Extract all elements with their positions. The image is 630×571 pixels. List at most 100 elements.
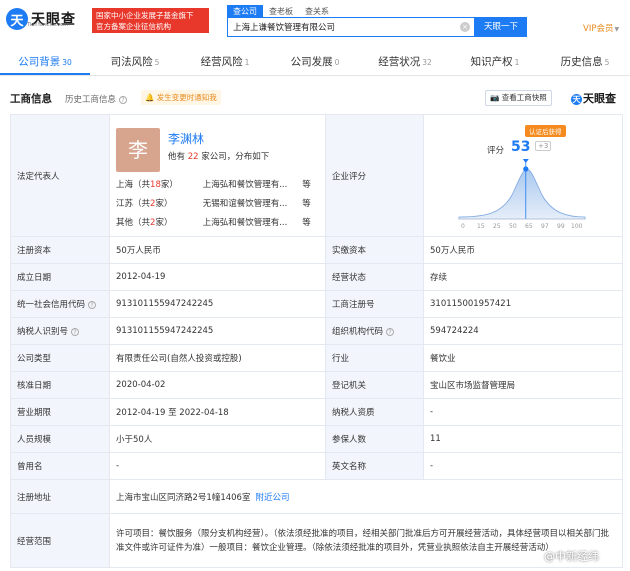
company-link[interactable]: 上海弘和餐饮管理有... bbox=[203, 214, 303, 233]
search-input[interactable] bbox=[228, 18, 458, 36]
gov-badge: 国家中小企业发展子基金旗下 官方备案企业征信机构 bbox=[92, 8, 209, 33]
tab-label: 经营状况 bbox=[378, 56, 421, 68]
cell-label: 纳税人资质 bbox=[325, 398, 424, 426]
region: 江苏（共2家） bbox=[116, 198, 173, 209]
summary-count[interactable]: 22 bbox=[188, 152, 199, 162]
region-count[interactable]: 18 bbox=[150, 180, 161, 190]
logo-icon: 天 bbox=[6, 8, 28, 30]
tab-count: 30 bbox=[62, 58, 72, 67]
region-name: 江苏 bbox=[116, 198, 134, 209]
notify-button[interactable]: 🔔 发生变更时通知我 bbox=[141, 90, 221, 105]
region-name: 其他 bbox=[116, 217, 134, 228]
clear-icon[interactable]: × bbox=[460, 22, 470, 32]
table-row: 纳税人识别号? 913101155947242245 组织机构代码? 59472422… bbox=[10, 317, 623, 345]
list-item: 其他（共2家） 上海弘和餐饮管理有... 等 bbox=[116, 214, 316, 233]
cell-label: 注册地址 bbox=[10, 479, 110, 514]
tab-intellectual-property[interactable]: 知识产权 1 bbox=[450, 48, 540, 75]
cell-value: - bbox=[423, 398, 623, 426]
snapshot-button[interactable]: 📷 查看工商快照 bbox=[485, 90, 552, 106]
more-link[interactable]: 等 bbox=[302, 176, 316, 195]
top-bar: 天 天眼查 TianYanCha.com 国家中小企业发展子基金旗下 官方备案企… bbox=[0, 0, 630, 42]
table-row: 人员规模 小于50人 参保人数 11 bbox=[10, 425, 623, 453]
tab-company-development[interactable]: 公司发展 0 bbox=[270, 48, 360, 75]
score-delta: +3 bbox=[535, 140, 552, 151]
more-link[interactable]: 等 bbox=[302, 214, 316, 233]
address-value: 上海市宝山区同济路2号1幢1406室 bbox=[116, 492, 251, 503]
company-link[interactable]: 上海弘和餐饮管理有... bbox=[203, 176, 303, 195]
tab-count: 5 bbox=[154, 58, 160, 67]
cell-value: 913101155947242245 bbox=[109, 290, 326, 318]
axis-tick: 100 bbox=[571, 223, 583, 230]
cell-label: 工商注册号 bbox=[325, 290, 424, 318]
table-row: 营业期限 2012-04-19 至 2022-04-18 纳税人资质 - bbox=[10, 398, 623, 426]
table-row: 成立日期 2012-04-19 经营状态 存续 bbox=[10, 263, 623, 291]
region-name: 上海 bbox=[116, 179, 134, 190]
axis-tick: 99 bbox=[557, 223, 565, 230]
more-link[interactable]: 等 bbox=[302, 195, 316, 214]
table-row: 曾用名 - 英文名称 - bbox=[10, 452, 623, 480]
table-row: 注册地址 上海市宝山区同济路2号1幢1406室 附近公司 bbox=[10, 479, 623, 514]
company-link[interactable]: 无锡和谊餐饮管理有... bbox=[203, 195, 303, 214]
legal-rep-distribution: 上海（共18家） 上海弘和餐饮管理有... 等 江苏（共2家） 无锡和谊餐饮管理有..… bbox=[116, 176, 316, 233]
cell-value: - bbox=[109, 452, 326, 480]
section-title: 工商信息 bbox=[10, 93, 52, 105]
cert-badge[interactable]: 认证后获得 bbox=[525, 124, 566, 137]
gov-badge-line-1: 国家中小企业发展子基金旗下 bbox=[96, 11, 194, 20]
nearby-companies-link[interactable]: 附近公司 bbox=[255, 493, 289, 503]
vip-label: VIP会员 bbox=[583, 24, 614, 34]
cell-label: 核准日期 bbox=[10, 371, 110, 399]
cell-label: 人员规模 bbox=[10, 425, 110, 453]
bell-icon: 🔔 bbox=[145, 93, 155, 102]
cell-value: 小于50人 bbox=[109, 425, 326, 453]
tab-label: 经营风险 bbox=[200, 56, 243, 68]
score-value: 53 bbox=[511, 138, 531, 155]
cell-value: 有限责任公司(自然人投资或控股) bbox=[109, 344, 326, 372]
axis-tick: 15 bbox=[477, 223, 485, 230]
gov-badge-line-2: 官方备案企业征信机构 bbox=[96, 22, 171, 31]
cell-label: 成立日期 bbox=[10, 263, 110, 291]
brand-logo: 天天眼查 bbox=[571, 90, 616, 106]
tab-operation-status[interactable]: 经营状况 32 bbox=[360, 48, 450, 75]
cell-value: 50万人民币 bbox=[109, 236, 326, 264]
legal-rep-name[interactable]: 李渊林 bbox=[168, 130, 204, 147]
avatar[interactable]: 李 bbox=[116, 127, 160, 172]
cell-value: 餐饮业 bbox=[423, 344, 623, 372]
business-info-table: 法定代表人 李 李渊林 他有 22 家公司，分布如下 上海（共18家） 上海弘和餐… bbox=[10, 114, 623, 568]
help-icon[interactable]: ? bbox=[386, 328, 395, 336]
axis-tick: 65 bbox=[525, 223, 533, 230]
cell-label: 实缴资本 bbox=[325, 236, 424, 264]
table-row: 法定代表人 李 李渊林 他有 22 家公司，分布如下 上海（共18家） 上海弘和餐… bbox=[10, 114, 623, 237]
notify-label: 发生变更时通知我 bbox=[156, 93, 217, 102]
vip-menu[interactable]: VIP会员▼ bbox=[583, 22, 619, 34]
tab-business-risk[interactable]: 经营风险 1 bbox=[180, 48, 270, 75]
cell-value: 宝山区市场监督管理局 bbox=[423, 371, 623, 399]
brand-icon: 天 bbox=[571, 94, 582, 105]
nav-tabs: 公司背景 30 司法风险 5 经营风险 1 公司发展 0 经营状况 32 知识产权 1 历史… bbox=[0, 48, 630, 76]
tab-label: 公司背景 bbox=[18, 56, 61, 68]
help-icon[interactable]: ? bbox=[71, 328, 80, 336]
help-icon[interactable]: ? bbox=[119, 96, 128, 104]
region-count[interactable]: 2 bbox=[150, 199, 155, 209]
help-icon[interactable]: ? bbox=[88, 301, 97, 309]
cell-value: 50万人民币 bbox=[423, 236, 623, 264]
tab-count: 0 bbox=[334, 58, 340, 67]
brand-text: 天眼查 bbox=[583, 92, 616, 105]
axis-tick: 97 bbox=[541, 223, 549, 230]
search-button[interactable]: 天眼一下 bbox=[475, 17, 527, 37]
tab-legal-risk[interactable]: 司法风险 5 bbox=[90, 48, 180, 75]
region: 上海（共18家） bbox=[116, 179, 178, 190]
score-marker-pin bbox=[522, 158, 529, 163]
tab-history[interactable]: 历史信息 5 bbox=[540, 48, 630, 75]
cell-value: 11 bbox=[423, 425, 623, 453]
tab-company-background[interactable]: 公司背景 30 bbox=[0, 48, 90, 75]
summary-suffix: 家公司，分布如下 bbox=[201, 151, 270, 162]
cell-label-text: 纳税人识别号 bbox=[17, 327, 69, 337]
list-item: 上海（共18家） 上海弘和餐饮管理有... 等 bbox=[116, 176, 316, 195]
history-link-label: 历史工商信息 bbox=[65, 95, 117, 105]
region-count[interactable]: 2 bbox=[150, 218, 155, 228]
table-row: 核准日期 2020-04-02 登记机关 宝山区市场监督管理局 bbox=[10, 371, 623, 399]
history-link[interactable]: 历史工商信息? bbox=[65, 93, 128, 105]
axis-tick: 50 bbox=[509, 223, 517, 230]
section-header: 工商信息 历史工商信息? 🔔 发生变更时通知我 📷 查看工商快照 天天眼查 bbox=[10, 89, 622, 107]
cell-value: 913101155947242245 bbox=[109, 317, 326, 345]
